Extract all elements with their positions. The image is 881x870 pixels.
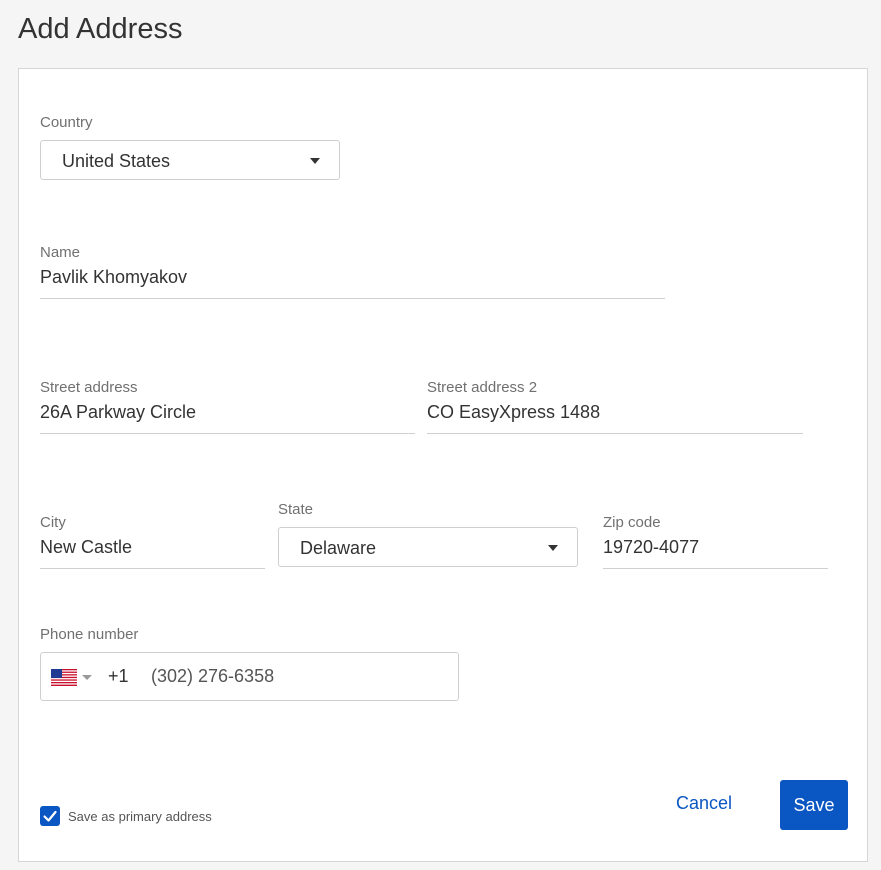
phone-value: (302) 276-6358	[151, 666, 275, 686]
primary-address-label: Save as primary address	[68, 809, 212, 824]
city-label: City	[40, 514, 66, 531]
country-label: Country	[40, 114, 93, 131]
country-code-selector[interactable]	[51, 667, 101, 692]
street-address-2-field[interactable]: CO EasyXpress 1488	[427, 400, 803, 434]
name-label: Name	[40, 244, 81, 261]
phone-field[interactable]: +1 (302) 276-6358	[40, 652, 459, 701]
chevron-down-icon	[310, 158, 320, 164]
street-address-label: Street address	[40, 379, 138, 396]
street-address-2-label: Street address 2	[427, 379, 538, 396]
city-value: New Castle	[40, 537, 133, 557]
state-label: State	[278, 501, 314, 518]
name-field[interactable]: Pavlik Khomyakov	[40, 265, 665, 299]
country-select[interactable]: United States	[40, 140, 340, 180]
checkmark-icon	[43, 810, 57, 822]
save-button[interactable]: Save	[780, 780, 848, 830]
state-select[interactable]: Delaware	[278, 527, 578, 567]
city-field[interactable]: New Castle	[40, 535, 265, 569]
state-select-value: Delaware	[300, 538, 377, 558]
zip-field[interactable]: 19720-4077	[603, 535, 828, 569]
name-value: Pavlik Khomyakov	[40, 267, 188, 287]
phone-label: Phone number	[40, 626, 139, 643]
zip-value: 19720-4077	[603, 537, 700, 557]
street-address-field[interactable]: 26A Parkway Circle	[40, 400, 415, 434]
primary-address-checkbox[interactable]	[40, 806, 60, 826]
country-select-value: United States	[62, 151, 171, 171]
page-title: Add Address	[18, 13, 183, 45]
zip-label: Zip code	[603, 514, 661, 531]
us-flag-icon	[51, 669, 92, 686]
address-form-card: Country United States Name Pavlik Khomya…	[18, 68, 868, 862]
street-address-2-value: CO EasyXpress 1488	[427, 402, 601, 422]
dial-code: +1	[108, 666, 129, 686]
street-address-value: 26A Parkway Circle	[40, 402, 197, 422]
cancel-button[interactable]: Cancel	[676, 793, 732, 814]
chevron-down-icon	[548, 545, 558, 551]
